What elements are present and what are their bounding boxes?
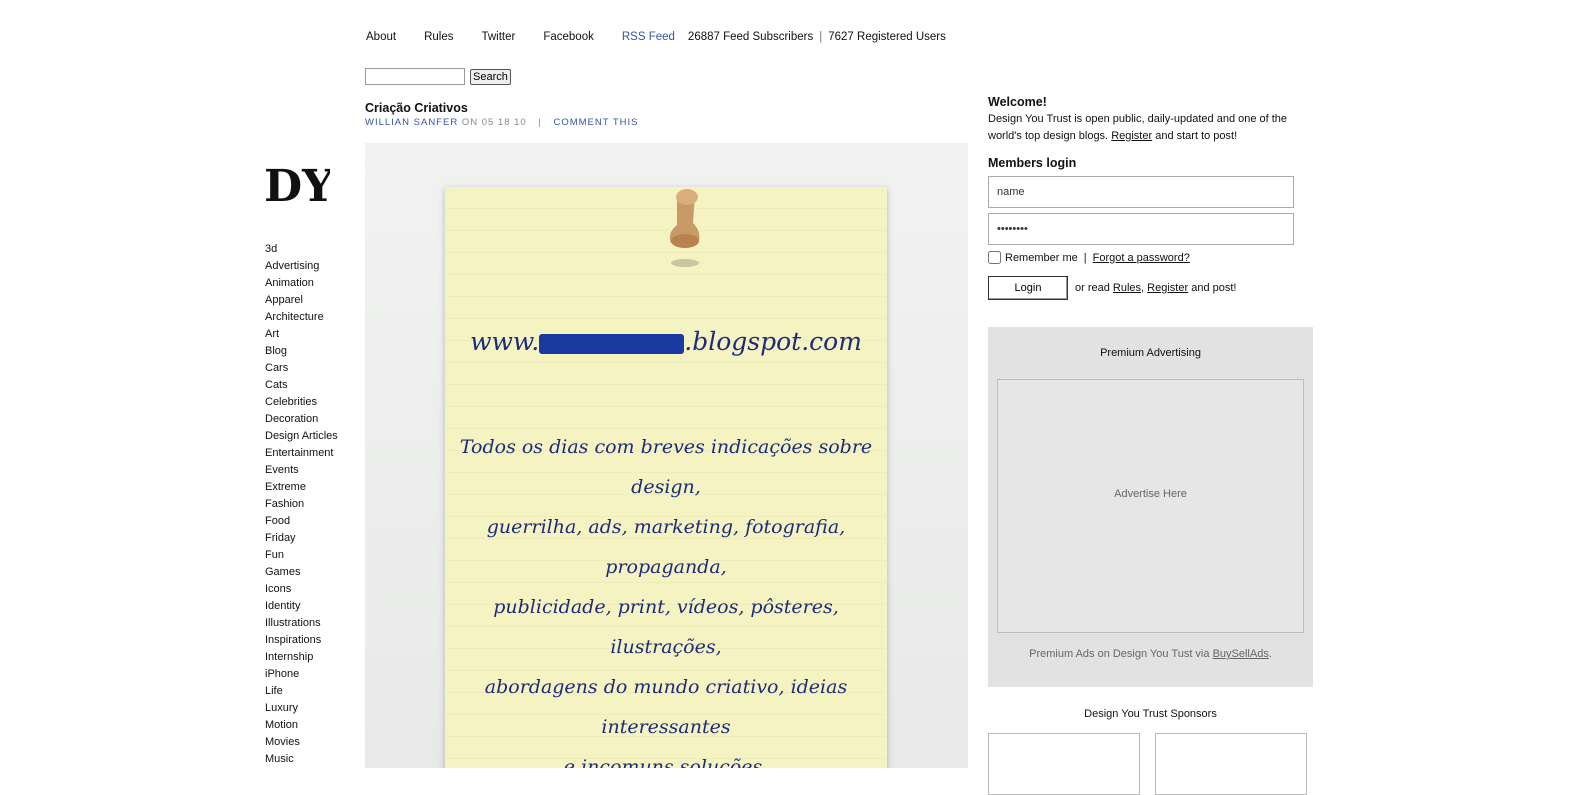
note-line: e incomuns soluções. <box>563 756 769 768</box>
category-link[interactable]: Identity <box>265 598 338 615</box>
premium-ads-note: Premium Ads on Design You Tust via BuySe… <box>988 648 1313 660</box>
category-link[interactable]: Advertising <box>265 258 338 275</box>
search-button[interactable]: Search <box>470 68 511 85</box>
category-link[interactable]: Music <box>265 751 338 768</box>
meta-separator: | <box>538 117 542 128</box>
pushpin-icon <box>669 189 700 267</box>
category-link[interactable]: Animation <box>265 275 338 292</box>
advertise-here-box[interactable]: Advertise Here <box>997 379 1304 633</box>
category-link[interactable]: Inspirations <box>265 632 338 649</box>
remember-row: Remember me | Forgot a password? <box>988 251 1190 264</box>
advertise-here-text: Advertise Here <box>1114 488 1187 500</box>
search-form: Search <box>365 68 511 85</box>
note-line: Todos os dias com breves indicações sobr… <box>459 436 873 498</box>
sponsors-heading: Design You Trust Sponsors <box>1084 708 1217 720</box>
post-image[interactable]: www. .blogspot.com Todos os dias com brev… <box>365 143 968 768</box>
nav-twitter-link[interactable]: Twitter <box>481 31 515 43</box>
remember-separator: | <box>1083 251 1087 264</box>
category-link[interactable]: Internship <box>265 649 338 666</box>
category-link[interactable]: Life <box>265 683 338 700</box>
category-link[interactable]: Extreme <box>265 479 338 496</box>
category-link[interactable]: Decoration <box>265 411 338 428</box>
dyt-logo[interactable]: DYT <box>262 155 330 215</box>
category-link[interactable]: Illustrations <box>265 615 338 632</box>
category-link[interactable]: Entertainment <box>265 445 338 462</box>
redacted-mark <box>539 333 685 354</box>
category-link[interactable]: Food <box>265 513 338 530</box>
register-link[interactable]: Register <box>1147 282 1188 294</box>
nav-facebook-link[interactable]: Facebook <box>543 31 594 43</box>
category-link[interactable]: iPhone <box>265 666 338 683</box>
category-link[interactable]: Motion <box>265 717 338 734</box>
stats-separator: | <box>819 31 823 43</box>
category-link[interactable]: Design Articles <box>265 428 338 445</box>
nav-rules-link[interactable]: Rules <box>424 31 453 43</box>
post-author-link[interactable]: WILLIAN SANFER <box>365 117 458 128</box>
remember-me-checkbox[interactable] <box>988 251 1001 264</box>
category-link[interactable]: Architecture <box>265 309 338 326</box>
buysellads-link[interactable]: BuySellAds <box>1213 648 1269 660</box>
nav-about-link[interactable]: About <box>366 31 396 43</box>
post-date: ON 05 18 10 <box>461 117 527 128</box>
note-blog-url: www. .blogspot.com <box>445 327 887 356</box>
category-link[interactable]: Blog <box>265 343 338 360</box>
note-url-prefix: www. <box>470 327 540 356</box>
category-list: 3d Advertising Animation Apparel Architectur… <box>265 241 338 768</box>
post-title[interactable]: Criação Criativos <box>365 101 468 115</box>
post-meta: WILLIAN SANFER ON 05 18 10 | COMMENT THI… <box>365 117 638 128</box>
note-url-suffix: .blogspot.com <box>684 327 862 356</box>
category-link[interactable]: Celebrities <box>265 394 338 411</box>
username-input[interactable] <box>988 176 1294 208</box>
password-input[interactable] <box>988 213 1294 245</box>
category-link[interactable]: Games <box>265 564 338 581</box>
premium-note-text: Premium Ads on Design You Tust via <box>1029 648 1210 660</box>
category-link[interactable]: Movies <box>265 734 338 751</box>
search-input[interactable] <box>365 68 465 85</box>
sponsor-slot[interactable] <box>988 733 1140 795</box>
nav-rss-feed-link[interactable]: RSS Feed <box>622 31 675 43</box>
category-link[interactable]: Events <box>265 462 338 479</box>
welcome-text: Design You Trust is open public, daily-u… <box>988 111 1298 145</box>
note-line: abordagens do mundo criativo, ideias int… <box>484 676 848 738</box>
category-link[interactable]: 3d <box>265 241 338 258</box>
comma: , <box>1141 282 1145 294</box>
category-link[interactable]: Fun <box>265 547 338 564</box>
category-link[interactable]: Friday <box>265 530 338 547</box>
premium-advertising-title: Premium Advertising <box>1100 347 1201 359</box>
welcome-register-link[interactable]: Register <box>1111 130 1152 142</box>
category-link[interactable]: Fashion <box>265 496 338 513</box>
logo-text: DYT <box>264 161 330 212</box>
note-line: guerrilha, ads, marketing, fotografia, p… <box>486 516 846 578</box>
top-navigation: About Rules Twitter Facebook RSS Feed 26… <box>366 31 952 43</box>
category-link[interactable]: Art <box>265 326 338 343</box>
category-link[interactable]: Cars <box>265 360 338 377</box>
comment-this-link[interactable]: COMMENT THIS <box>553 117 638 128</box>
welcome-heading: Welcome! <box>988 95 1047 109</box>
sponsor-slot[interactable] <box>1155 733 1307 795</box>
category-link[interactable]: Apparel <box>265 292 338 309</box>
category-link[interactable]: Icons <box>265 581 338 598</box>
forgot-password-link[interactable]: Forgot a password? <box>1093 252 1190 264</box>
category-link[interactable]: Luxury <box>265 700 338 717</box>
login-actions: Login or read Rules, Register and post! <box>988 276 1236 300</box>
login-button[interactable]: Login <box>988 276 1068 300</box>
members-login-heading: Members login <box>988 156 1077 170</box>
note-description: Todos os dias com breves indicações sobr… <box>455 427 877 768</box>
and-post-text: and post! <box>1191 282 1237 294</box>
category-link[interactable]: Cats <box>265 377 338 394</box>
premium-advertising-panel: Premium Advertising Advertise Here Premi… <box>988 327 1313 687</box>
rules-link[interactable]: Rules <box>1113 282 1141 294</box>
or-read-text: or read <box>1075 282 1110 294</box>
premium-note-period: . <box>1268 648 1272 660</box>
welcome-tail: and start to post! <box>1155 130 1238 142</box>
remember-me-label: Remember me <box>1005 251 1078 264</box>
registered-users-count: 7627 Registered Users <box>828 31 946 43</box>
note-line: publicidade, print, vídeos, pôsteres, il… <box>493 596 839 658</box>
feed-subscribers-count: 26887 Feed Subscribers <box>687 31 814 43</box>
sticky-note: www. .blogspot.com Todos os dias com brev… <box>445 187 887 768</box>
